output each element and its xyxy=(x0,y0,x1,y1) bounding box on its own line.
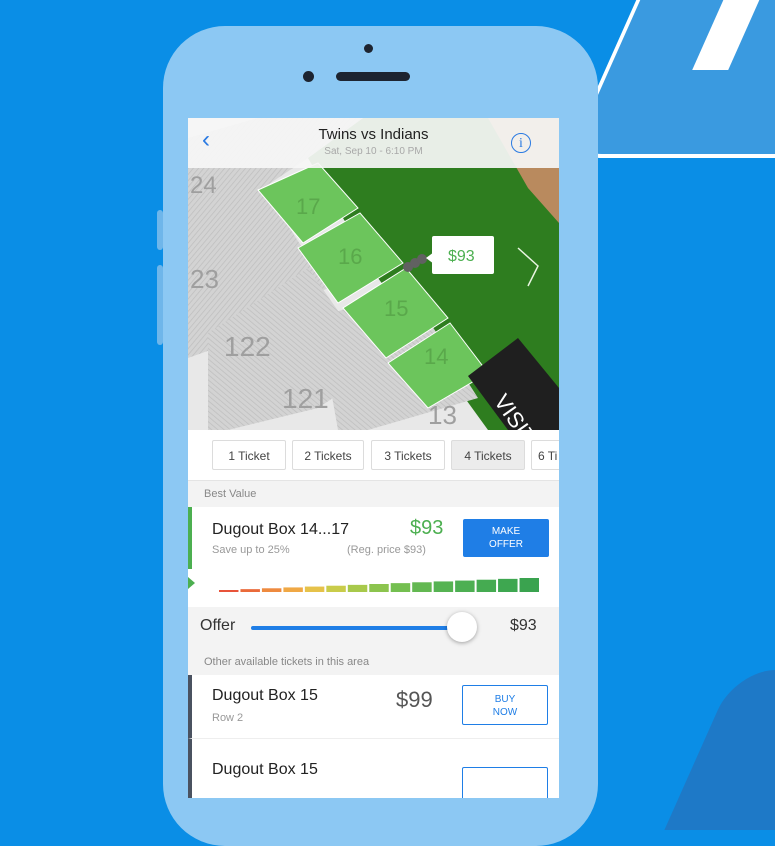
price-scale-segment xyxy=(476,579,497,592)
section-label: 17 xyxy=(296,194,320,219)
section-label: 24 xyxy=(190,172,217,199)
offer-slider-track[interactable] xyxy=(251,626,463,630)
price-scale-segment xyxy=(390,583,411,592)
savings-text: Save up to 25% xyxy=(212,544,290,556)
phone-screen: VISIT 24 17 16 15 14 23 122 121 13 $93 ‹… xyxy=(188,118,559,798)
price-pin-label: $93 xyxy=(448,248,475,265)
best-value-header: Best Value xyxy=(188,481,559,507)
price-scale-segment xyxy=(347,584,368,592)
button-label: BUY xyxy=(494,694,516,705)
buy-now-button[interactable]: BUY NOW xyxy=(462,685,548,725)
listing-price: $99 xyxy=(396,687,433,712)
offer-slider-row: Offer $93 xyxy=(188,607,559,649)
price-scale-segment xyxy=(261,588,282,592)
other-tickets-header: Other available tickets in this area xyxy=(188,649,559,675)
price-scale-segment xyxy=(519,578,539,592)
tab-4-tickets[interactable]: 4 Tickets xyxy=(451,440,525,470)
event-datetime: Sat, Sep 10 - 6:10 PM xyxy=(324,146,423,157)
event-title: Twins vs Indians xyxy=(318,126,429,143)
listing-name: Dugout Box 15 xyxy=(212,687,318,704)
offer-value: $93 xyxy=(510,617,537,634)
tab-6-tickets[interactable]: 6 Ti xyxy=(531,440,559,470)
best-value-listing[interactable]: Dugout Box 14...17 $93 Save up to 25% (R… xyxy=(188,507,559,569)
info-icon[interactable]: i xyxy=(511,133,531,153)
section-label: 15 xyxy=(384,296,408,321)
phone-side-button xyxy=(157,210,163,250)
listing-row-number: Row 2 xyxy=(212,712,244,724)
make-offer-button[interactable]: MAKE OFFER xyxy=(463,519,549,557)
bottom-right-panel xyxy=(664,670,775,830)
section-label: 121 xyxy=(282,383,329,414)
section-label: 23 xyxy=(190,264,219,294)
listing-row[interactable]: Dugout Box 15 Row 2 $99 BUY NOW xyxy=(188,675,559,739)
price-scale-segment xyxy=(283,587,303,592)
listing-row[interactable]: Dugout Box 15 xyxy=(188,739,559,798)
tab-1-ticket[interactable]: 1 Ticket xyxy=(212,440,286,470)
listing-price: $93 xyxy=(410,517,444,539)
price-scale-segment xyxy=(369,584,389,592)
price-scale-segment xyxy=(240,589,260,592)
proximity-sensor xyxy=(303,71,314,82)
offer-slider-thumb[interactable] xyxy=(447,612,477,642)
tab-3-tickets[interactable]: 3 Tickets xyxy=(371,440,445,470)
buy-now-button[interactable] xyxy=(462,767,548,798)
earpiece-speaker xyxy=(336,72,410,81)
price-scale xyxy=(188,569,559,607)
front-camera xyxy=(364,44,373,53)
section-label: 13 xyxy=(428,400,457,430)
price-scale-segment xyxy=(455,580,475,592)
price-scale-segment xyxy=(433,581,454,592)
tab-2-tickets[interactable]: 2 Tickets xyxy=(292,440,364,470)
phone-side-button xyxy=(157,265,163,345)
section-label: 16 xyxy=(338,244,362,269)
price-gradient-bar xyxy=(219,578,539,592)
nav-bar: ‹ Twins vs Indians Sat, Sep 10 - 6:10 PM… xyxy=(188,118,559,168)
ticket-quantity-tabs: 1 Ticket 2 Tickets 3 Tickets 4 Tickets 6… xyxy=(188,430,559,481)
section-label: 14 xyxy=(424,344,448,369)
price-scale-segment xyxy=(412,582,432,592)
section-label: 122 xyxy=(224,331,271,362)
price-scale-segment xyxy=(498,578,518,592)
offer-label: Offer xyxy=(200,617,236,634)
regular-price: (Reg. price $93) xyxy=(347,544,426,556)
button-label: OFFER xyxy=(489,539,523,550)
button-label: MAKE xyxy=(491,526,521,537)
price-scale-segment xyxy=(304,586,325,592)
button-label: NOW xyxy=(492,707,518,718)
listing-name: Dugout Box 14...17 xyxy=(212,521,349,538)
price-scale-segment xyxy=(326,585,346,592)
price-scale-segment xyxy=(219,590,239,592)
listing-name: Dugout Box 15 xyxy=(212,761,318,778)
